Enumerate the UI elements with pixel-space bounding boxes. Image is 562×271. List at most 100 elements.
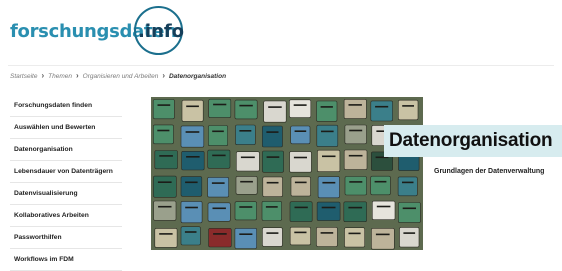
sidebar-item-passworthilfen[interactable]: Passworthilfen — [10, 227, 122, 249]
mailbox-slot — [239, 104, 253, 107]
mailbox-shape — [397, 176, 418, 197]
mailbox-shape — [371, 228, 395, 250]
mailbox-slot — [266, 181, 279, 184]
mailbox-shape — [316, 100, 338, 122]
mailbox-shape — [234, 201, 257, 221]
mailbox-slot — [185, 181, 198, 184]
mailbox-slot — [268, 106, 282, 108]
mailbox-slot — [265, 206, 278, 208]
mailbox-shape — [235, 176, 258, 195]
breadcrumb-organisieren[interactable]: Organisieren und Arbeiten — [83, 73, 159, 80]
mailbox-shape — [208, 228, 232, 248]
mailbox-shape — [154, 150, 178, 170]
mailbox-slot — [322, 155, 336, 158]
mailbox-slot — [348, 206, 363, 209]
mailbox-shape — [154, 228, 178, 248]
mailbox-slot — [321, 206, 336, 209]
mailbox-slot — [158, 205, 172, 208]
mailbox-shape — [261, 201, 282, 221]
mailbox-shape — [208, 98, 232, 118]
hero-image-mailboxes — [151, 97, 423, 250]
mailbox-shape — [343, 98, 367, 119]
mailbox-shape — [343, 201, 367, 223]
chevron-right-icon: › — [76, 71, 79, 80]
sidebar-item-datenvisualisierung[interactable]: Datenvisualisierung — [10, 183, 122, 205]
mailbox-slot — [349, 129, 363, 132]
mailbox-shape — [207, 149, 231, 169]
mailbox-shape — [399, 227, 420, 248]
mailbox-shape — [317, 176, 340, 199]
mailbox-slot — [240, 156, 255, 159]
mailbox-shape — [262, 176, 283, 198]
chevron-right-icon: › — [162, 71, 165, 80]
mailbox-slot — [266, 232, 279, 234]
mailbox-slot — [213, 233, 227, 235]
mailbox-shape — [207, 125, 228, 147]
mailbox-slot — [294, 231, 307, 234]
breadcrumb-home[interactable]: Startseite — [10, 73, 37, 80]
mailbox-slot — [321, 130, 334, 133]
mailbox-shape — [370, 100, 393, 122]
mailbox-shape — [289, 99, 312, 118]
mailbox-shape — [207, 202, 231, 222]
mailbox-slot — [212, 130, 224, 133]
mailbox-slot — [376, 205, 391, 208]
mailbox-shape — [398, 202, 421, 223]
mailbox-slot — [157, 181, 172, 183]
mailbox-slot — [349, 181, 363, 183]
sidebar-item-auswaehlen-bewerten[interactable]: Auswählen und Bewerten — [10, 117, 122, 139]
mailbox-shape — [317, 149, 341, 173]
mailbox-shape — [262, 125, 283, 148]
mailbox-slot — [239, 130, 252, 132]
mailbox-slot — [348, 154, 363, 157]
mailbox-shape — [236, 151, 260, 172]
mailbox-shape — [372, 200, 396, 220]
mailbox-shape — [262, 227, 283, 247]
mailbox-shape — [370, 175, 391, 196]
mailbox-shape — [207, 177, 229, 198]
mailbox-slot — [239, 233, 253, 235]
header-divider — [8, 65, 554, 66]
mailbox-shape — [234, 228, 258, 249]
page-subtitle: Grundlagen der Datenverwaltung — [434, 168, 545, 175]
mailbox-slot — [320, 232, 334, 234]
mailbox-slot — [293, 104, 307, 106]
mailbox-slot — [157, 104, 171, 106]
mailbox-slot — [294, 130, 307, 132]
mailboxes-illustration — [151, 97, 423, 250]
mailbox-shape — [290, 125, 311, 145]
sidebar-item-forschungsdaten-finden[interactable]: Forschungsdaten finden — [10, 95, 122, 117]
mailbox-shape — [181, 99, 204, 122]
mailbox-shape — [180, 176, 203, 197]
mailbox-shape — [181, 150, 205, 171]
mailbox-slot — [185, 206, 198, 209]
mailbox-slot — [402, 105, 414, 107]
mailbox-slot — [293, 156, 307, 159]
mailbox-shape — [180, 226, 201, 246]
logo-suffix: .info — [138, 21, 185, 42]
mailbox-shape — [398, 99, 419, 121]
mailbox-slot — [375, 233, 390, 236]
mailbox-slot — [402, 207, 416, 210]
mailbox-slot — [375, 105, 389, 108]
mailbox-shape — [316, 201, 341, 221]
mailbox-slot — [266, 131, 279, 133]
breadcrumb-themen[interactable]: Themen — [48, 73, 72, 80]
mailbox-slot — [212, 154, 226, 157]
mailbox-slot — [184, 231, 197, 233]
sidebar-item-datenorganisation[interactable]: Datenorganisation — [10, 139, 122, 161]
mailbox-slot — [374, 180, 387, 183]
mailbox-shape — [344, 176, 367, 196]
chevron-right-icon: › — [41, 71, 45, 80]
sidebar-item-workflows[interactable]: Workflows im FDM — [10, 249, 122, 271]
sidebar-item-kollaboratives-arbeiten[interactable]: Kollaboratives Arbeiten — [10, 205, 122, 227]
mailbox-shape — [180, 201, 203, 224]
mailbox-slot — [185, 131, 200, 133]
mailbox-shape — [234, 99, 258, 120]
mailbox-slot — [294, 206, 308, 209]
mailbox-shape — [290, 176, 311, 197]
mailbox-slot — [294, 181, 307, 184]
page-title-box: Datenorganisation — [384, 125, 562, 157]
sidebar-item-lebensdauer[interactable]: Lebensdauer von Datenträgern — [10, 161, 122, 183]
mailbox-slot — [212, 207, 226, 210]
